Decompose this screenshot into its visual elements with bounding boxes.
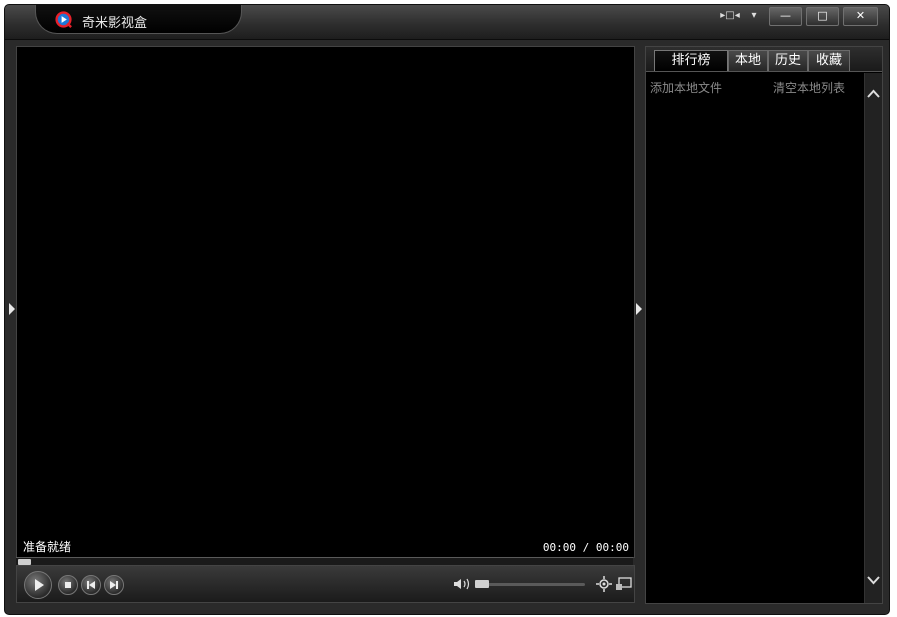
settings-icon[interactable] xyxy=(595,575,613,593)
close-button[interactable]: ✕ xyxy=(843,7,878,26)
minimize-button[interactable]: — xyxy=(769,7,802,26)
mini-mode-button[interactable]: ▸□◂ xyxy=(720,9,740,23)
control-bar xyxy=(16,565,635,603)
time-display: 00:00 / 00:00 xyxy=(542,541,629,554)
tab-history[interactable]: 历史 xyxy=(768,50,808,71)
play-button[interactable] xyxy=(24,571,52,599)
maximize-button[interactable]: □ xyxy=(806,7,839,26)
playlist-sidebar: 排行榜 本地 历史 收藏 添加本地文件 清空本地列表 xyxy=(645,46,883,604)
chevron-up-icon[interactable] xyxy=(865,85,882,103)
menu-button[interactable]: ▾ xyxy=(744,9,764,23)
tab-local[interactable]: 本地 xyxy=(728,50,768,71)
tab-favorites[interactable]: 收藏 xyxy=(808,50,850,71)
next-icon xyxy=(110,581,118,589)
video-area[interactable]: 准备就绪 00:00 / 00:00 xyxy=(16,46,635,558)
add-local-file-link[interactable]: 添加本地文件 xyxy=(650,79,722,96)
previous-button[interactable] xyxy=(81,575,101,595)
previous-icon xyxy=(87,581,95,589)
tab-ranking[interactable]: 排行榜 xyxy=(654,50,728,71)
chevron-down-icon[interactable] xyxy=(865,571,882,589)
sidebar-scrollbar[interactable] xyxy=(864,73,882,603)
status-text: 准备就绪 xyxy=(23,540,72,554)
qvod-logo-icon xyxy=(55,11,72,28)
sidebar-tabs: 排行榜 本地 历史 收藏 xyxy=(646,47,882,72)
app-window: 奇米影视盒 ▸□◂ ▾ — □ ✕ 准备就绪 00:00 / 00:00 排行榜… xyxy=(4,4,890,615)
stop-icon xyxy=(65,582,71,588)
title-bar[interactable]: 奇米影视盒 ▸□◂ ▾ — □ ✕ xyxy=(5,5,889,40)
volume-icon[interactable] xyxy=(453,578,471,590)
stop-button[interactable] xyxy=(58,575,78,595)
next-button[interactable] xyxy=(104,575,124,595)
volume-slider[interactable] xyxy=(475,580,585,588)
expand-sidebar-arrow-icon[interactable] xyxy=(636,303,642,315)
volume-thumb[interactable] xyxy=(475,580,489,588)
expand-left-arrow-icon[interactable] xyxy=(9,303,15,315)
app-title: 奇米影视盒 xyxy=(82,16,148,31)
play-icon xyxy=(35,579,44,591)
screenshot-icon[interactable] xyxy=(615,575,633,593)
clear-local-list-link[interactable]: 清空本地列表 xyxy=(773,79,845,96)
